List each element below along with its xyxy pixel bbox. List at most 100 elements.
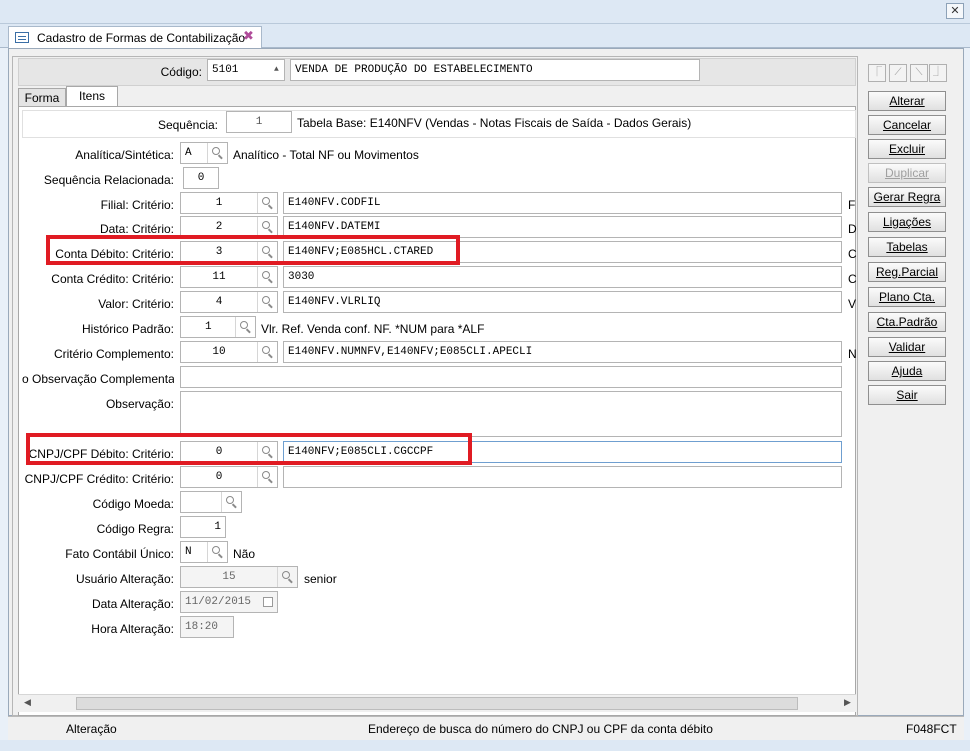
conta-credito-criterio-input[interactable]: 11	[180, 266, 278, 288]
previous-record-icon[interactable]: ⟋	[889, 64, 907, 82]
document-tab[interactable]: Cadastro de Formas de Contabilização ✖	[8, 26, 262, 48]
fato-contabil-value: N	[185, 546, 192, 558]
reg-parcial-button[interactable]: Reg.Parcial	[868, 262, 946, 282]
window-titlebar: ✕	[0, 0, 970, 24]
last-record-icon[interactable]: ⏌	[929, 64, 947, 82]
conta-credito-label: Conta Crédito: Critério:	[51, 272, 174, 286]
observacao-textarea[interactable]	[180, 391, 842, 437]
lookup-button[interactable]	[257, 267, 277, 287]
first-record-icon[interactable]: ⎾	[868, 64, 886, 82]
codigo-regra-input[interactable]: 1	[180, 516, 226, 538]
conta-credito-criterio-value: 11	[212, 271, 226, 283]
gerar-regra-button[interactable]: Gerar Regra	[868, 187, 946, 207]
status-bar: Alteração Endereço de busca do número do…	[8, 716, 964, 740]
seq-relacionada-input[interactable]: 0	[183, 167, 219, 189]
duplicar-button[interactable]: Duplicar	[868, 163, 946, 183]
usuario-input[interactable]: 15	[180, 566, 298, 588]
valor-expr-input[interactable]: E140NFV.VLRLIQ	[283, 291, 842, 313]
lookup-button[interactable]	[257, 467, 277, 487]
obs-complementar-input[interactable]	[180, 366, 842, 388]
fato-contabil-label: Fato Contábil Único:	[65, 547, 174, 561]
cnpj-credito-criterio-value: 0	[215, 471, 223, 483]
valor-criterio-input[interactable]: 4	[180, 291, 278, 313]
complemento-criterio-input[interactable]: 10	[180, 341, 278, 363]
calendar-icon[interactable]	[263, 597, 273, 607]
lookup-button[interactable]	[207, 542, 227, 562]
codigo-input[interactable]: 5101 ▲	[207, 59, 285, 81]
cnpj-credito-label: CNPJ/CPF Crédito: Critério:	[24, 472, 174, 486]
descricao-input[interactable]: VENDA DE PRODUÇÃO DO ESTABELECIMENTO	[290, 59, 700, 81]
validar-button[interactable]: Validar	[868, 337, 946, 357]
cancelar-button[interactable]: Cancelar	[868, 115, 946, 135]
analitica-input[interactable]: A	[180, 142, 228, 164]
scrollbar-thumb[interactable]	[76, 697, 798, 710]
next-record-icon[interactable]: ⟍	[910, 64, 928, 82]
sair-button[interactable]: Sair	[868, 385, 946, 405]
codigo-moeda-label: Código Moeda:	[92, 497, 174, 511]
complemento-expr-input[interactable]: E140NFV.NUMNFV,E140NFV;E085CLI.APECLI	[283, 341, 842, 363]
tab-itens[interactable]: Itens	[66, 86, 118, 108]
filial-criterio-value: 1	[215, 197, 223, 209]
codigo-moeda-input[interactable]	[180, 491, 242, 513]
complemento-criterio-value: 10	[212, 346, 226, 358]
horizontal-scrollbar[interactable]: ◀ ▶	[18, 694, 856, 712]
codigo-label: Código:	[160, 65, 202, 79]
search-icon	[240, 321, 248, 329]
lookup-button[interactable]	[257, 342, 277, 362]
valor-side-text: V	[848, 297, 857, 311]
plano-cta-button[interactable]: Plano Cta.	[868, 287, 946, 307]
search-icon	[262, 271, 270, 279]
fato-contabil-input[interactable]: N	[180, 541, 228, 563]
highlight-conta-debito	[46, 235, 460, 265]
scroll-right-icon[interactable]: ▶	[844, 697, 851, 708]
lookup-button[interactable]	[257, 193, 277, 213]
conta-credito-expr-input[interactable]: 3030	[283, 266, 842, 288]
hora-alteracao-input[interactable]: 18:20	[180, 616, 234, 638]
hora-alteracao-label: Hora Alteração:	[91, 622, 174, 636]
tabelas-button[interactable]: Tabelas	[868, 237, 946, 257]
analitica-value: A	[185, 147, 192, 159]
data-side-text: D	[848, 222, 857, 236]
excluir-button[interactable]: Excluir	[868, 139, 946, 159]
document-tab-title: Cadastro de Formas de Contabilização	[37, 31, 246, 45]
fato-contabil-desc: Não	[233, 547, 256, 561]
alterar-button[interactable]: Alterar	[868, 91, 946, 111]
sequencia-input[interactable]: 1	[226, 111, 292, 133]
filial-side-text: F	[848, 198, 856, 212]
spin-icon[interactable]: ▲	[274, 60, 279, 80]
window-close-button[interactable]: ✕	[946, 3, 964, 19]
data-criterio-value: 2	[215, 221, 223, 233]
data-label: Data: Critério:	[99, 222, 174, 236]
valor-criterio-value: 4	[215, 296, 223, 308]
lookup-button[interactable]	[277, 567, 297, 587]
historico-desc: Vlr. Ref. Venda conf. NF. *NUM para *ALF	[261, 322, 485, 336]
filial-expr-input[interactable]: E140NFV.CODFIL	[283, 192, 842, 214]
data-alteracao-input[interactable]: 11/02/2015	[180, 591, 278, 613]
lookup-button[interactable]	[235, 317, 255, 337]
valor-label: Valor: Critério:	[98, 297, 174, 311]
search-icon	[212, 147, 220, 155]
lookup-button[interactable]	[257, 292, 277, 312]
ligacoes-button[interactable]: Ligações	[868, 212, 946, 232]
conta-debito-side-text: C	[848, 247, 857, 261]
search-icon	[262, 471, 270, 479]
search-icon	[262, 346, 270, 354]
lookup-button[interactable]	[221, 492, 241, 512]
cnpj-credito-criterio-input[interactable]: 0	[180, 466, 278, 488]
form-icon	[15, 32, 29, 43]
cta-padrao-button[interactable]: Cta.Padrão	[868, 312, 946, 332]
obs-complementar-label: o Observação Complementar:	[22, 372, 174, 386]
complemento-label: Critério Complemento:	[53, 347, 174, 361]
ajuda-button[interactable]: Ajuda	[868, 361, 946, 381]
data-alteracao-label: Data Alteração:	[91, 597, 174, 611]
close-tab-icon[interactable]: ✖	[243, 28, 254, 44]
lookup-button[interactable]	[207, 143, 227, 163]
filial-label: Filial: Critério:	[100, 198, 174, 212]
cnpj-credito-expr-input[interactable]	[283, 466, 842, 488]
tab-forma[interactable]: Forma	[18, 88, 66, 108]
historico-label: Histórico Padrão:	[81, 322, 174, 336]
filial-criterio-input[interactable]: 1	[180, 192, 278, 214]
scroll-left-icon[interactable]: ◀	[24, 697, 31, 708]
historico-input[interactable]: 1	[180, 316, 256, 338]
window-bottom-border	[0, 740, 970, 751]
